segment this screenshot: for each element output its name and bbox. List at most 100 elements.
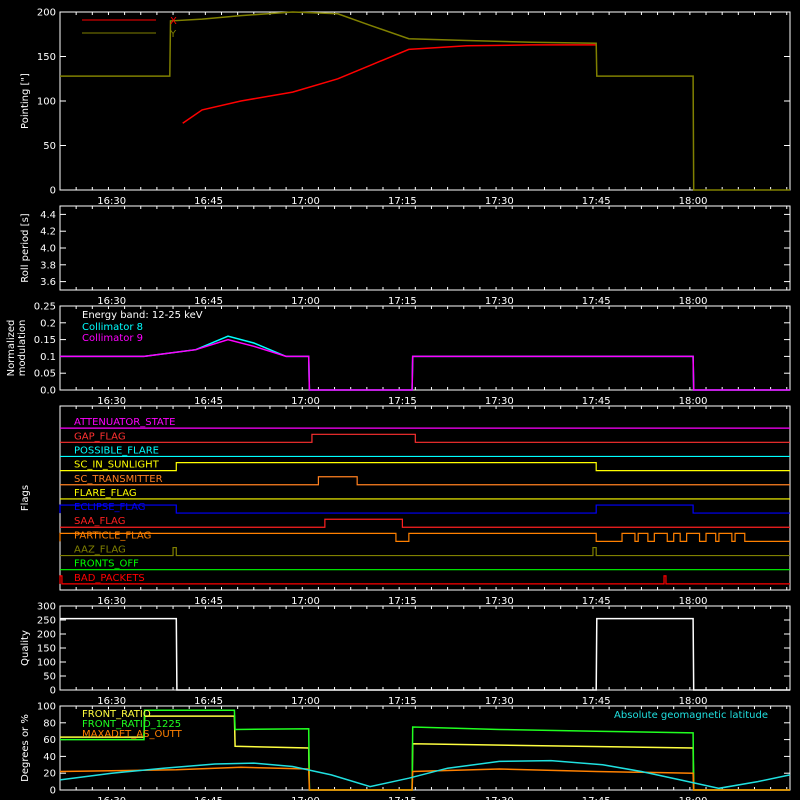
panel-1-x-tick-label: 17:45: [582, 196, 611, 207]
panel-6-x-tick-label: 17:00: [291, 796, 320, 800]
panel-6-y-tick-label: 60: [43, 735, 56, 746]
panel-4-x-tick-label: 16:30: [97, 596, 126, 607]
panel-3-y-tick-label: 0.05: [34, 369, 56, 380]
panel-1-y-tick-label: 100: [37, 97, 56, 108]
panel-5-x-tick-label: 17:30: [485, 696, 514, 707]
panel-6-y-tick-label: 0: [50, 786, 56, 797]
panel-1-x-tick-label: 16:30: [97, 196, 126, 207]
flag-label-attenuator_state: ATTENUATOR_STATE: [74, 417, 175, 428]
flag-label-sc_in_sunlight: SC_IN_SUNLIGHT: [74, 460, 160, 471]
panel-6-series-absolute-geomagnetic-latitude: [59, 759, 791, 790]
panel-1-x-tick-label: 17:00: [291, 196, 320, 207]
flag-line-saa_flag: [60, 518, 790, 528]
energy-band-annotation: Energy band: 12-25 keV: [82, 310, 203, 321]
panel-4-x-tick-label: 16:45: [194, 596, 223, 607]
panel-2-x-tick-label: 17:15: [388, 296, 417, 307]
legend-label-x: X: [170, 16, 177, 27]
panel-2-x-tick-label: 17:45: [582, 296, 611, 307]
panel-3-x-tick-label: 18:00: [679, 396, 708, 407]
panel-6-y-tick-label: 80: [43, 718, 56, 729]
panel-2-y-tick-label: 3.8: [40, 260, 56, 271]
panel-6-y-label: Degrees or %: [20, 714, 31, 782]
flag-label-aaz_flag: AAZ_FLAG: [74, 545, 126, 556]
panel-2-x-tick-label: 16:45: [194, 296, 223, 307]
panel-3-y-tick-label: 0.0: [40, 386, 56, 397]
panel-5-x-tick-label: 17:15: [388, 696, 417, 707]
legend-label-y: Y: [169, 29, 177, 40]
flag-label-bad_packets: BAD_PACKETS: [74, 573, 145, 584]
legend-label-collimator-8: Collimator 8: [82, 322, 143, 333]
flag-line-sc_transmitter: [60, 476, 790, 486]
panel-3-y-tick-label: 0.2: [40, 318, 56, 329]
panel-5-y-tick-label: 0: [50, 686, 56, 697]
panel-6-x-tick-label: 18:00: [679, 796, 708, 800]
panel-5-x-tick-label: 17:45: [582, 696, 611, 707]
panel-3-x-tick-label: 17:45: [582, 396, 611, 407]
figure-canvas: 16:30 16:45 17:00 17:15 17:30 17:45 18:00 Point…: [6, 8, 791, 800]
panel-3-y-tick-label: 0.25: [34, 302, 56, 313]
panel-4-x-tick-label: 17:30: [485, 596, 514, 607]
panel-5-y-tick-label: 300: [37, 602, 56, 613]
panel-4-x-tick-label: 17:45: [582, 596, 611, 607]
panel-1-x-tick-label: 16:45: [194, 196, 223, 207]
panel-4-x-tick-label: 18:00: [679, 596, 708, 607]
panel-2-x-tick-label: 17:00: [291, 296, 320, 307]
legend-label-collimator-9: Collimator 9: [82, 333, 143, 344]
panel-2-x-tick-label: 18:00: [679, 296, 708, 307]
flag-line-eclipse_flag: [59, 504, 790, 514]
flag-line-sc_in_sunlight: [60, 462, 790, 472]
panel-5-y-tick-label: 200: [37, 630, 56, 641]
panel-5-x-tick-label: 16:45: [194, 696, 223, 707]
flag-line-particle_flag: [59, 532, 790, 542]
panel-3-x-tick-label: 17:00: [291, 396, 320, 407]
panel-1-y-tick-label: 50: [43, 141, 56, 152]
panel-3-x-tick-label: 17:30: [485, 396, 514, 407]
rhessi-quicklook-figure: 16:30 16:45 17:00 17:15 17:30 17:45 18:00 Point…: [0, 0, 800, 800]
panel-4-x-tick-label: 17:00: [291, 596, 320, 607]
panel-1-y-tick-label: 0: [50, 186, 56, 197]
panel-4-x-tick-label: 17:15: [388, 596, 417, 607]
flag-line-aaz_flag: [60, 546, 790, 557]
panel-6-x-tick-label: 17:15: [388, 796, 417, 800]
panel-6-x-tick-label: 17:30: [485, 796, 514, 800]
panel-6-y-tick-label: 20: [43, 769, 56, 780]
panel-5-y-label: Quality: [20, 630, 31, 666]
panel-6-x-tick-label: 17:45: [582, 796, 611, 800]
flag-label-possible_flare: POSSIBLE_FLARE: [74, 445, 159, 456]
panel-2-y-tick-label: 3.6: [40, 277, 56, 288]
panel-6-y-tick-label: 100: [37, 702, 56, 713]
panel-4-y-label: Flags: [20, 485, 31, 511]
panel-2-y-tick-label: 4.2: [40, 227, 56, 238]
flag-label-particle_flag: PARTICLE_FLAG: [74, 530, 151, 541]
panel-6-y-tick-label: 40: [43, 752, 56, 763]
flag-label-flare_flag: FLARE_FLAG: [74, 488, 137, 499]
panel-1-y-tick-label: 150: [37, 52, 56, 63]
panel-6-x-tick-label: 16:30: [97, 796, 126, 800]
panel-2-y-tick-label: 4.4: [40, 210, 56, 221]
legend-label-maxadet-as-outt: MAXADET_AS_OUTT: [82, 729, 183, 740]
panel-3-y-tick-label: 0.1: [40, 352, 56, 363]
flag-label-eclipse_flag: ECLIPSE_FLAG: [74, 502, 145, 513]
panel-2-frame: [59, 205, 791, 291]
panel-5-x-tick-label: 17:00: [291, 696, 320, 707]
panel-1-y-label: Pointing ["]: [20, 73, 31, 129]
latitude-annotation: Absolute geomagnetic latitude: [614, 710, 768, 721]
panel-1-series-x: [182, 44, 597, 124]
panel-5-y-tick-label: 150: [37, 644, 56, 655]
panel-5-x-tick-label: 18:00: [679, 696, 708, 707]
panel-2-y-tick-label: 4.0: [40, 244, 56, 255]
panel-6-x-tick-label: 16:45: [194, 796, 223, 800]
panel-1-y-tick-label: 200: [37, 8, 56, 19]
panel-5-y-tick-label: 250: [37, 616, 56, 627]
panel-1-x-tick-label: 17:15: [388, 196, 417, 207]
panel-6-series-maxadet-as-outt: [59, 766, 790, 791]
flag-label-saa_flag: SAA_FLAG: [74, 516, 125, 527]
panel-4-frame: [59, 405, 791, 591]
panel-3-series-collimator-9: [60, 338, 790, 391]
panel-3-y-tick-label: 0.15: [34, 335, 56, 346]
panel-3-x-tick-label: 17:15: [388, 396, 417, 407]
panel-1-x-tick-label: 18:00: [679, 196, 708, 207]
panel-3-x-tick-label: 16:30: [97, 396, 126, 407]
flag-line-bad_packets: [59, 575, 790, 585]
panel-5-series-quality: [60, 617, 790, 691]
